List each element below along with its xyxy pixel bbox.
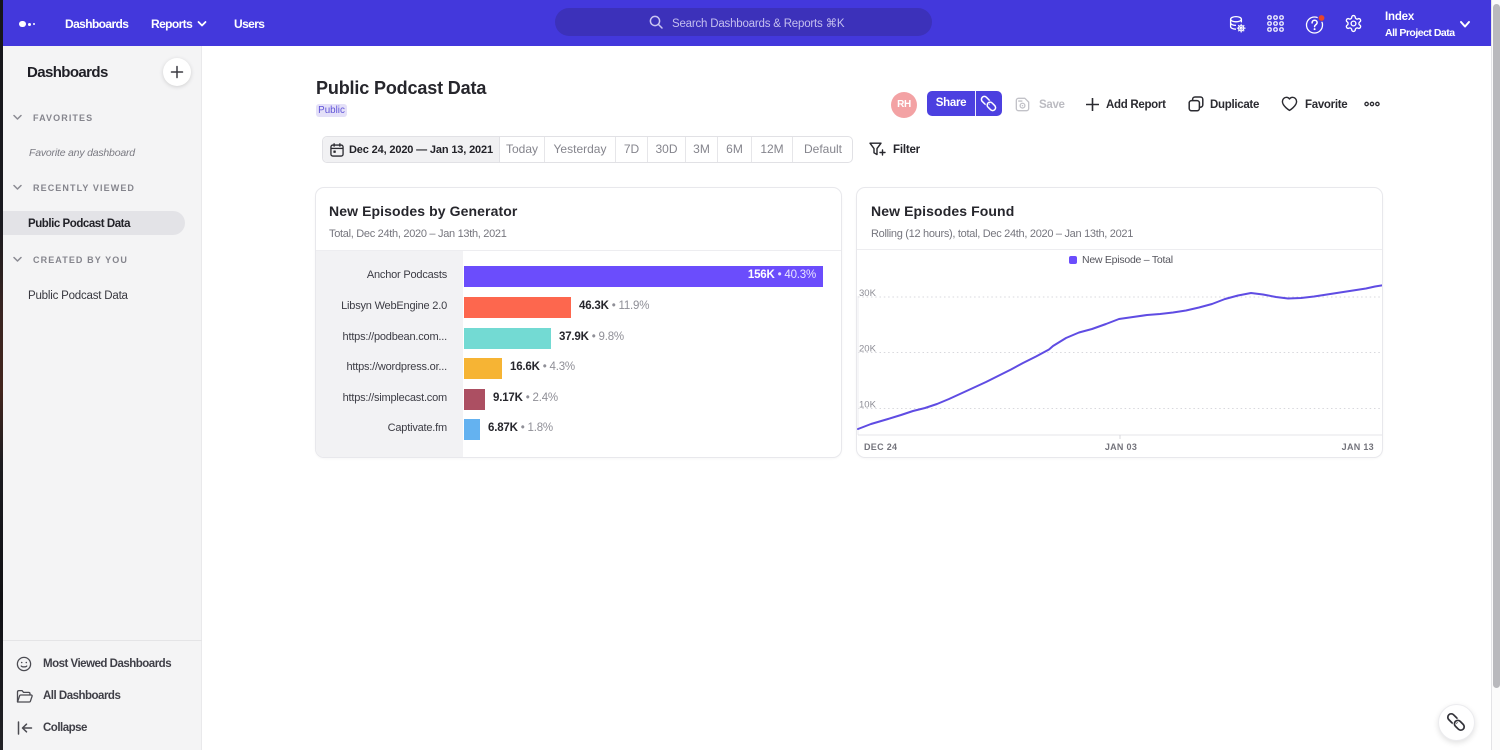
svg-text:JAN 13: JAN 13 xyxy=(1342,442,1374,452)
svg-text:JAN 03: JAN 03 xyxy=(1105,442,1137,452)
svg-text:20K: 20K xyxy=(859,344,877,355)
svg-text:10K: 10K xyxy=(859,400,877,411)
svg-text:30K: 30K xyxy=(859,288,877,299)
svg-text:DEC 24: DEC 24 xyxy=(864,442,897,452)
